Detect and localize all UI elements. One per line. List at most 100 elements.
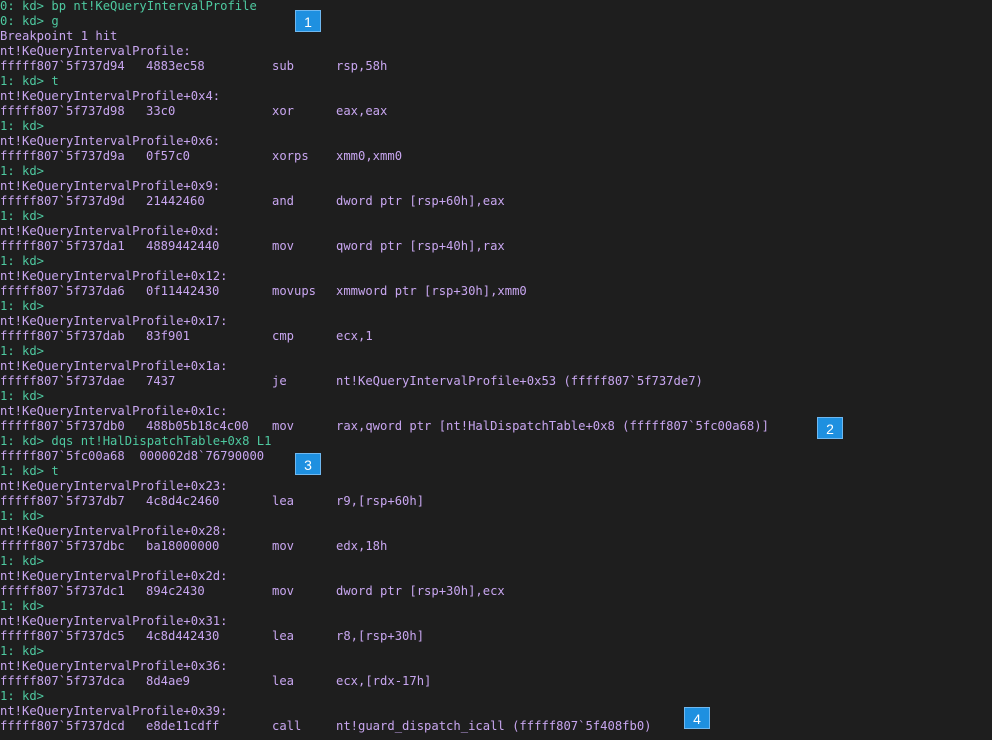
instr-address: fffff807`5f737dab: [0, 329, 125, 343]
instr-bytes: 488b05b18c4c00: [146, 419, 249, 433]
instr-operands: eax,eax: [336, 104, 388, 118]
instr-mnemonic: lea: [272, 674, 295, 688]
command-prompt-line: 1: kd>: [0, 554, 45, 568]
command-prompt-line: 1: kd>: [0, 254, 45, 268]
instr-bytes: 33c0: [146, 104, 176, 118]
instr-address: fffff807`5f737dc5: [0, 629, 125, 643]
output-line: nt!KeQueryIntervalProfile+0x1c:: [0, 404, 228, 418]
instr-mnemonic: call: [272, 719, 302, 733]
command-prompt-line: 1: kd>: [0, 689, 45, 703]
instr-operands: edx,18h: [336, 539, 388, 553]
disassembly-line: fffff807`5f737dbc ba18000000 mov edx,18h: [0, 539, 992, 554]
disassembly-line: fffff807`5f737dc1 894c2430 mov dword ptr [r…: [0, 584, 992, 599]
instr-operands: r8,[rsp+30h]: [336, 629, 425, 643]
command-prompt-line: 1: kd> t: [0, 464, 59, 478]
instr-operands: ecx,[rdx-17h]: [336, 674, 432, 688]
command-prompt-line: 1: kd>: [0, 599, 45, 613]
instr-operands: xmm0,xmm0: [336, 149, 403, 163]
instr-operands: ecx,1: [336, 329, 373, 343]
instr-bytes: 7437: [146, 374, 176, 388]
instr-operands: dword ptr [rsp+60h],eax: [336, 194, 505, 208]
instr-operands: r9,[rsp+60h]: [336, 494, 425, 508]
instr-address: fffff807`5f737da1: [0, 239, 125, 253]
instr-bytes: 0f11442430: [146, 284, 220, 298]
command-prompt-line: 0: kd> g: [0, 14, 59, 28]
instr-mnemonic: mov: [272, 584, 295, 598]
output-line: nt!KeQueryIntervalProfile+0xd:: [0, 224, 221, 238]
output-line: fffff807`5fc00a68 000002d8`76790000: [0, 449, 265, 463]
output-line: nt!KeQueryIntervalProfile+0x1a:: [0, 359, 228, 373]
instr-address: fffff807`5f737dbc: [0, 539, 125, 553]
disassembly-line: fffff807`5f737dcd e8de11cdff call nt!guard_…: [0, 719, 992, 734]
instr-address: fffff807`5f737db7: [0, 494, 125, 508]
instr-address: fffff807`5f737d9a: [0, 149, 125, 163]
instr-mnemonic: cmp: [272, 329, 295, 343]
instr-mnemonic: mov: [272, 239, 295, 253]
command-prompt-line: 1: kd>: [0, 209, 45, 223]
debugger-console-output[interactable]: 0: kd> bp nt!KeQueryIntervalProfile 0: kd…: [0, 0, 992, 739]
instr-operands: qword ptr [rsp+40h],rax: [336, 239, 505, 253]
disassembly-line: fffff807`5f737da1 4889442440 mov qword ptr …: [0, 239, 992, 254]
instr-bytes: 894c2430: [146, 584, 205, 598]
instr-mnemonic: xorps: [272, 149, 309, 163]
output-line: nt!KeQueryIntervalProfile+0x6:: [0, 134, 221, 148]
disassembly-line: fffff807`5f737dae 7437 je nt!KeQueryInterva…: [0, 374, 992, 389]
annotation-badge: 4: [684, 707, 710, 729]
instr-bytes: 21442460: [146, 194, 205, 208]
output-line: nt!KeQueryIntervalProfile+0x12:: [0, 269, 228, 283]
disassembly-line: fffff807`5f737da6 0f11442430 movups xmmword…: [0, 284, 992, 299]
instr-mnemonic: lea: [272, 629, 295, 643]
instr-operands: rsp,58h: [336, 59, 388, 73]
instr-operands: rax,qword ptr [nt!HalDispatchTable+0x8 (…: [336, 419, 769, 433]
annotation-badge: 2: [817, 417, 843, 439]
instr-bytes: 4889442440: [146, 239, 220, 253]
instr-bytes: 4c8d442430: [146, 629, 220, 643]
instr-address: fffff807`5f737dc1: [0, 584, 125, 598]
instr-mnemonic: sub: [272, 59, 295, 73]
instr-operands: dword ptr [rsp+30h],ecx: [336, 584, 505, 598]
command-prompt-line: 1: kd>: [0, 344, 45, 358]
instr-bytes: e8de11cdff: [146, 719, 220, 733]
instr-bytes: 8d4ae9: [146, 674, 191, 688]
disassembly-line: fffff807`5f737d94 4883ec58 sub rsp,58h: [0, 59, 992, 74]
output-line: nt!KeQueryIntervalProfile+0x36:: [0, 659, 228, 673]
output-line: nt!KeQueryIntervalProfile+0x2d:: [0, 569, 228, 583]
disassembly-line: fffff807`5f737dc5 4c8d442430 lea r8,[rsp+30…: [0, 629, 992, 644]
disassembly-line: fffff807`5f737db0 488b05b18c4c00 mov rax,qw…: [0, 419, 992, 434]
instr-bytes: ba18000000: [146, 539, 220, 553]
instr-mnemonic: mov: [272, 539, 295, 553]
instr-mnemonic: movups: [272, 284, 317, 298]
disassembly-line: fffff807`5f737dca 8d4ae9 lea ecx,[rdx-17h]: [0, 674, 992, 689]
command-prompt-line: 1: kd>: [0, 164, 45, 178]
output-line: nt!KeQueryIntervalProfile+0x39:: [0, 704, 228, 718]
instr-address: fffff807`5f737d98: [0, 104, 125, 118]
instr-bytes: 4c8d4c2460: [146, 494, 220, 508]
command-prompt-line: 1: kd>: [0, 509, 45, 523]
command-prompt-line: 1: kd> t: [0, 74, 59, 88]
instr-address: fffff807`5f737d9d: [0, 194, 125, 208]
instr-address: fffff807`5f737db0: [0, 419, 125, 433]
instr-bytes: 0f57c0: [146, 149, 191, 163]
output-line: nt!KeQueryIntervalProfile+0x17:: [0, 314, 228, 328]
disassembly-line: fffff807`5f737d9d 21442460 and dword ptr [r…: [0, 194, 992, 209]
instr-mnemonic: je: [272, 374, 287, 388]
instr-address: fffff807`5f737d94: [0, 59, 125, 73]
disassembly-line: fffff807`5f737dab 83f901 cmp ecx,1: [0, 329, 992, 344]
output-line: Breakpoint 1 hit: [0, 29, 118, 43]
disassembly-line: fffff807`5f737d9a 0f57c0 xorps xmm0,xmm0: [0, 149, 992, 164]
instr-operands: nt!guard_dispatch_icall (fffff807`5f408f…: [336, 719, 652, 733]
command-prompt-line: 0: kd> bp nt!KeQueryIntervalProfile: [0, 0, 257, 13]
command-prompt-line: 1: kd>: [0, 644, 45, 658]
disassembly-line: fffff807`5f737d98 33c0 xor eax,eax: [0, 104, 992, 119]
instr-bytes: 83f901: [146, 329, 191, 343]
output-line: nt!KeQueryIntervalProfile+0x31:: [0, 614, 228, 628]
instr-address: fffff807`5f737dae: [0, 374, 125, 388]
command-prompt-line: 1: kd>: [0, 299, 45, 313]
instr-bytes: 4883ec58: [146, 59, 205, 73]
command-prompt-line: 1: kd>: [0, 119, 45, 133]
instr-address: fffff807`5f737da6: [0, 284, 125, 298]
output-line: nt!KeQueryIntervalProfile+0x23:: [0, 479, 228, 493]
instr-mnemonic: mov: [272, 419, 295, 433]
command-prompt-line: 1: kd> dqs nt!HalDispatchTable+0x8 L1: [0, 434, 272, 448]
command-prompt-line: 1: kd>: [0, 389, 45, 403]
